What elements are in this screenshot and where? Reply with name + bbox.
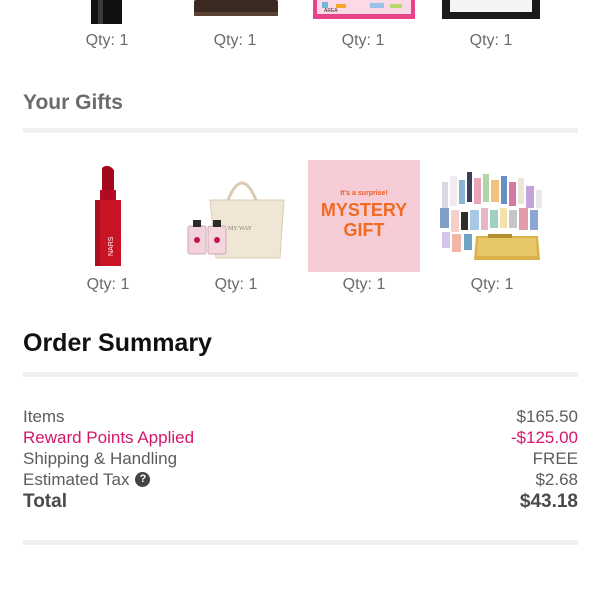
item-quantity: Qty: 1 [213, 32, 257, 49]
summary-value: FREE [532, 448, 578, 468]
black-compact-icon [442, 0, 540, 19]
gift-item[interactable]: MY WAY Qty: 1 [180, 160, 292, 295]
order-item[interactable]: Qty: 1 [180, 0, 290, 55]
summary-label: Items [23, 406, 65, 426]
gifts-divider [23, 128, 578, 133]
summary-row-reward-points: Reward Points Applied -$125.00 [23, 427, 578, 448]
item-quantity: Qty: 1 [341, 32, 385, 49]
summary-row-shipping: Shipping & Handling FREE [23, 448, 578, 469]
black-bottle-icon [91, 0, 122, 24]
order-item[interactable]: Qty: 1 [52, 0, 162, 55]
summary-label-with-help: Estimated Tax ? [23, 469, 151, 490]
red-lipstick-icon: NARS [95, 165, 121, 266]
summary-row-total: Total $43.18 [23, 490, 578, 514]
summary-bottom-divider [23, 540, 578, 545]
order-items-row: Qty: 1 Qty: 1 AREA Qty: 1 Qty: 1 [0, 0, 600, 55]
pink-box-icon: AREA [313, 0, 415, 19]
summary-value: $2.68 [535, 469, 578, 489]
summary-divider [23, 372, 578, 377]
question-mark-icon[interactable]: ? [135, 472, 151, 487]
gifts-heading: Your Gifts [23, 91, 123, 114]
mystery-gift-title: MYSTERY GIFT [320, 200, 408, 240]
order-review-page: Qty: 1 Qty: 1 AREA Qty: 1 Qty: 1 Your Gi… [0, 0, 600, 600]
gift-item[interactable]: NARS Qty: 1 [52, 160, 164, 295]
gift-quantity: Qty: 1 [86, 276, 130, 293]
svg-text:NARS: NARS [108, 236, 115, 256]
gift-quantity: Qty: 1 [342, 276, 386, 293]
order-item[interactable]: AREA Qty: 1 [308, 0, 418, 55]
brown-palette-icon [194, 0, 278, 16]
mystery-gift-tagline: It's a surprise! [340, 190, 388, 197]
beauty-samples-collection-icon [440, 172, 542, 260]
item-quantity: Qty: 1 [469, 32, 513, 49]
gift-item[interactable]: It's a surprise! MYSTERY GIFT Qty: 1 [308, 160, 420, 295]
summary-value: $43.18 [519, 491, 578, 512]
summary-row-items: Items $165.50 [23, 406, 578, 427]
gift-quantity: Qty: 1 [214, 276, 258, 293]
summary-row-tax: Estimated Tax ? $2.68 [23, 469, 578, 490]
summary-value: -$125.00 [510, 427, 578, 447]
order-summary-title: Order Summary [23, 329, 212, 357]
summary-label: Total [23, 491, 67, 512]
mystery-gift-icon: It's a surprise! MYSTERY GIFT [308, 160, 420, 272]
order-item[interactable]: Qty: 1 [436, 0, 546, 55]
item-quantity: Qty: 1 [85, 32, 129, 49]
summary-label: Estimated Tax [23, 469, 130, 489]
box-label: AREA [324, 8, 338, 14]
gift-quantity: Qty: 1 [470, 276, 514, 293]
tote-label: MY WAY [228, 226, 253, 232]
summary-value: $165.50 [516, 406, 578, 426]
tote-bag-with-perfume-icon: MY WAY [187, 181, 285, 259]
summary-label: Reward Points Applied [23, 427, 195, 447]
gift-item[interactable]: Qty: 1 [436, 160, 548, 295]
summary-label: Shipping & Handling [23, 448, 178, 468]
order-summary-table: Items $165.50 Reward Points Applied -$12… [23, 406, 578, 514]
